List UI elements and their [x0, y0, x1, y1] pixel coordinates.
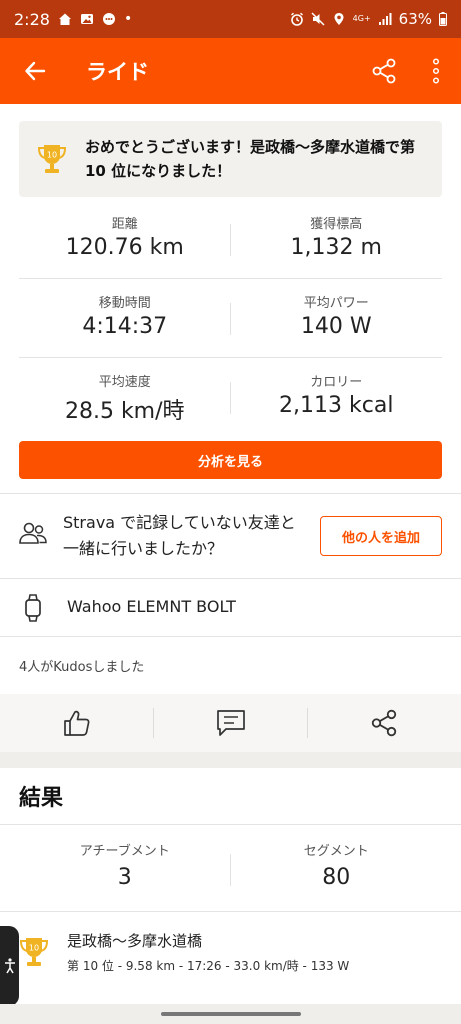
share-icon — [372, 58, 396, 84]
mute-icon — [311, 12, 325, 26]
trophy-icon: 10 — [19, 938, 49, 966]
app-bar: ライド — [0, 38, 461, 104]
divider — [0, 636, 461, 637]
chat-notification-icon — [102, 13, 115, 25]
stat-row: 平均速度 28.5 km/時 カロリー 2,113 kcal — [19, 358, 442, 437]
device-row: Wahoo ELEMNT BOLT — [0, 580, 461, 636]
section-gap — [0, 752, 461, 768]
stat-label: 獲得標高 — [310, 217, 363, 232]
page-title: ライド — [86, 60, 149, 84]
stat-value: 140 W — [300, 314, 372, 339]
results-stats: アチーブメント 3 セグメント 80 — [19, 826, 442, 911]
status-bar: 2:28 • 4G+ 63% — [0, 0, 461, 38]
trophy-rank: 10 — [47, 151, 57, 160]
thumbs-up-icon — [63, 710, 90, 736]
add-others-button[interactable]: 他の人を追加 — [320, 516, 442, 556]
location-icon — [334, 13, 344, 25]
stat-label: 平均速度 — [98, 375, 151, 390]
action-bar — [0, 694, 461, 752]
comment-button[interactable] — [154, 694, 308, 752]
stat-segments[interactable]: セグメント 80 — [231, 826, 443, 911]
watch-icon — [25, 594, 41, 622]
results-heading: 結果 — [19, 786, 64, 811]
accessibility-button[interactable] — [0, 926, 19, 1006]
add-friends-prompt: Strava で記録していない友達と一緒に行いましたか？ — [63, 513, 296, 558]
stat-value: 120.76 km — [65, 235, 184, 260]
divider — [230, 224, 231, 256]
stat-average-speed: 平均速度 28.5 km/時 — [19, 358, 231, 437]
battery-percent: 63% — [398, 10, 432, 28]
stat-row: 距離 120.76 km 獲得標高 1,132 m — [19, 200, 442, 279]
stat-label: 平均パワー — [303, 296, 369, 311]
achievement-banner[interactable]: 10 おめでとうございます！是政橋〜多摩水道橋で第 10 位になりました！ — [19, 121, 442, 197]
stat-label: アチーブメント — [79, 844, 170, 859]
view-analysis-button[interactable]: 分析を見る — [19, 441, 442, 479]
stat-value: 3 — [117, 865, 132, 890]
divider — [0, 578, 461, 579]
stat-elevation: 獲得標高 1,132 m — [231, 200, 443, 278]
stat-label: 移動時間 — [98, 296, 151, 311]
stat-distance: 距離 120.76 km — [19, 200, 231, 278]
divider — [230, 303, 231, 335]
status-time: 2:28 — [14, 9, 50, 29]
trophy-rank: 10 — [29, 944, 39, 953]
more-vertical-icon — [432, 58, 440, 84]
more-options-button[interactable] — [414, 49, 458, 93]
segment-name: 是政橋〜多摩水道橋 — [67, 932, 203, 950]
network-type: 4G+ — [352, 14, 371, 23]
arrow-left-icon — [25, 61, 46, 81]
divider — [230, 382, 231, 414]
home-notification-icon — [58, 13, 71, 25]
stat-label: 距離 — [111, 217, 138, 232]
signal-icon — [378, 13, 392, 25]
comment-icon — [216, 710, 245, 736]
divider — [230, 854, 231, 886]
divider — [0, 911, 461, 912]
share-button[interactable] — [362, 49, 406, 93]
battery-icon — [439, 12, 447, 26]
segment-row[interactable]: 10 是政橋〜多摩水道橋 第 10 位 - 9.58 km - 17:26 - … — [0, 913, 461, 993]
stat-average-power: 平均パワー 140 W — [231, 279, 443, 357]
accessibility-icon — [4, 958, 15, 974]
activity-stats: 距離 120.76 km 獲得標高 1,132 m 移動時間 4:14:37 平… — [19, 200, 442, 437]
stat-value: 28.5 km/時 — [64, 399, 185, 424]
divider — [0, 493, 461, 494]
stat-moving-time: 移動時間 4:14:37 — [19, 279, 231, 357]
divider — [0, 824, 461, 825]
achievement-message: おめでとうございます！是政橋〜多摩水道橋で第 10 位になりました！ — [85, 138, 416, 180]
gallery-notification-icon — [80, 14, 93, 24]
stat-value: 80 — [322, 865, 351, 890]
device-name: Wahoo ELEMNT BOLT — [67, 597, 236, 616]
trophy-icon: 10 — [37, 145, 67, 173]
stat-label: セグメント — [303, 844, 369, 859]
back-button[interactable] — [0, 38, 70, 104]
stat-label: カロリー — [310, 375, 363, 390]
home-gesture-bar[interactable] — [161, 1012, 301, 1016]
stat-value: 4:14:37 — [82, 314, 168, 339]
kudos-count[interactable]: 4人がKudosしました — [19, 656, 144, 675]
stat-value: 1,132 m — [290, 235, 382, 260]
stat-calories: カロリー 2,113 kcal — [231, 358, 443, 437]
stat-value: 2,113 kcal — [279, 393, 394, 418]
stat-row: 移動時間 4:14:37 平均パワー 140 W — [19, 279, 442, 358]
share-activity-button[interactable] — [307, 694, 461, 752]
people-icon — [19, 522, 47, 544]
kudos-button[interactable] — [0, 694, 154, 752]
stat-achievements[interactable]: アチーブメント 3 — [19, 826, 231, 911]
segment-detail: 第 10 位 - 9.58 km - 17:26 - 33.0 km/時 - 1… — [67, 959, 350, 973]
more-notifications-dot-icon: • — [123, 11, 133, 27]
alarm-icon — [290, 12, 303, 26]
share-icon — [372, 709, 397, 737]
